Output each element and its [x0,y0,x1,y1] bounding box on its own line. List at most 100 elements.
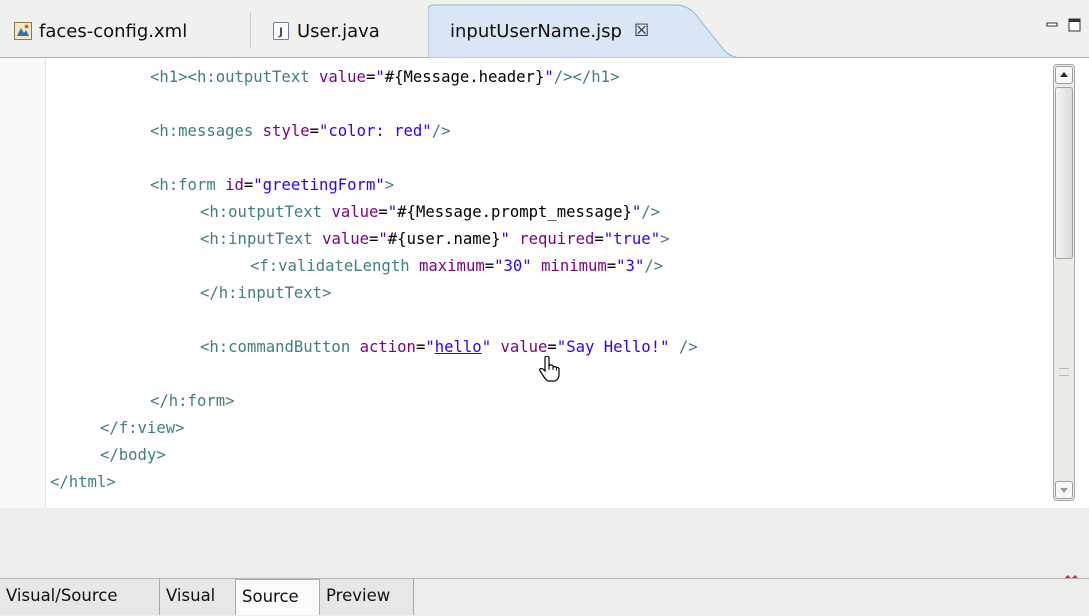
code-line[interactable]: <h:outputText value="#{Message.prompt_me… [50,199,660,225]
code-value: "color: red" [319,122,432,140]
code-tag: </h:inputText> [200,284,332,302]
source-editor[interactable]: <h1><h:outputText value="#{Message.heade… [0,58,1089,547]
code-text: = [606,257,617,275]
code-line[interactable]: <h:messages style="color: red"/> [50,118,450,144]
code-text: #{Message.prompt_message} [397,203,632,221]
code-attribute: required [519,230,595,248]
tab-label: User.java [297,20,380,42]
code-tag: <h:inputText [200,230,323,248]
code-line[interactable]: </body> [50,442,166,468]
code-tag: /> [678,338,698,356]
editor-mode-tabs: Visual/Source Visual Source Preview [0,578,1089,616]
code-attribute: value [331,203,379,221]
code-value: "30" [494,257,532,275]
code-line[interactable]: <h:form id="greetingForm"> [50,172,394,198]
scroll-down-button[interactable] [1055,481,1073,499]
code-value: "3" [616,257,645,275]
code-tag: /> [431,122,451,140]
faces-config-icon [14,22,32,40]
code-text: #{user.name} [387,230,501,248]
hand-cursor-icon [539,356,560,382]
vertical-scrollbar[interactable] [1053,64,1075,501]
code-value: " [481,338,492,356]
editor-gutter [0,58,46,508]
code-tag: <h:commandButton [200,338,360,356]
svg-text:J: J [278,26,283,39]
scroll-grip [1059,368,1069,376]
code-line[interactable]: <h:commandButton action="hello" value="S… [50,334,698,360]
tab-preview[interactable]: Preview [320,579,414,615]
tab-label: inputUserName.jsp [450,20,622,42]
hello-link[interactable]: hello [435,338,482,356]
scroll-up-button[interactable] [1055,66,1073,84]
code-line[interactable]: </h:inputText> [50,280,331,306]
tab-source[interactable]: Source [236,579,320,615]
tab-input-user-name-jsp[interactable]: jsp inputUserName.jsp ☒ [428,4,748,58]
code-line[interactable]: </f:view> [50,415,185,441]
code-tag: </h:form> [150,392,235,410]
code-value: " [631,203,642,221]
code-text: = [243,176,254,194]
code-attribute: maximum [419,257,485,275]
editor-tab-bar: faces-config.xml J User.java jsp inputUs… [0,0,1089,58]
code-attribute: action [359,338,416,356]
code-value: " [425,338,435,356]
code-value: " [500,230,510,248]
code-tag: <h1><h:outputText [150,68,319,86]
code-text: = [415,338,426,356]
code-tag: </html> [50,473,116,491]
code-line[interactable]: <h1><h:outputText value="#{Message.heade… [50,64,619,90]
code-attribute: id [225,176,244,194]
arrow-up-icon [1060,72,1068,77]
code-value: " [375,68,385,86]
code-line[interactable]: <h:inputText value="#{user.name}" requir… [50,226,669,252]
tab-divider [250,12,251,48]
tab-faces-config[interactable]: faces-config.xml [14,6,187,56]
java-file-icon: J [273,22,289,40]
arrow-down-icon [1060,488,1068,493]
code-tag: > [660,230,670,248]
code-tag: /> [644,257,664,275]
code-value: " [387,203,398,221]
code-line[interactable]: </html> [50,469,116,495]
code-tag: <h:outputText [200,203,332,221]
editor-status-panel: ✖ [0,508,1089,594]
code-tag: /></h1> [553,68,620,86]
code-tag: <h:messages [150,122,263,140]
tab-visual[interactable]: Visual [160,579,236,615]
code-text: = [594,230,604,248]
code-attribute: minimum [541,257,607,275]
close-tab-icon[interactable]: ☒ [634,21,649,41]
vertical-scroll-thumb[interactable] [1055,87,1073,259]
code-attribute: value [322,230,370,248]
tab-user-java[interactable]: J User.java [272,6,380,56]
code-tag: /> [641,203,661,221]
minimize-icon[interactable] [1046,18,1060,32]
code-value: "Say Hello!" [556,338,670,356]
code-value: " [378,230,388,248]
code-value: "true" [603,230,661,248]
code-text: = [309,122,320,140]
code-text: = [484,257,495,275]
code-attribute: value [319,68,366,86]
code-line[interactable]: <f:validateLength maximum="30" minimum="… [50,253,663,279]
code-value: "greetingForm" [253,176,385,194]
code-tag: </f:view> [100,419,185,437]
code-attribute: value [500,338,548,356]
code-text: = [369,230,379,248]
code-tag: > [384,176,395,194]
code-line[interactable]: </h:form> [50,388,235,414]
tab-visual-source[interactable]: Visual/Source [0,579,160,615]
maximize-icon[interactable] [1068,18,1082,32]
code-value: " [544,68,554,86]
code-text: = [365,68,376,86]
tab-label: faces-config.xml [39,20,188,42]
code-tag: </body> [100,446,166,464]
code-tag: <f:validateLength [250,257,419,275]
code-text: = [378,203,388,221]
code-tag: <h:form [150,176,226,194]
code-attribute: style [262,122,310,140]
